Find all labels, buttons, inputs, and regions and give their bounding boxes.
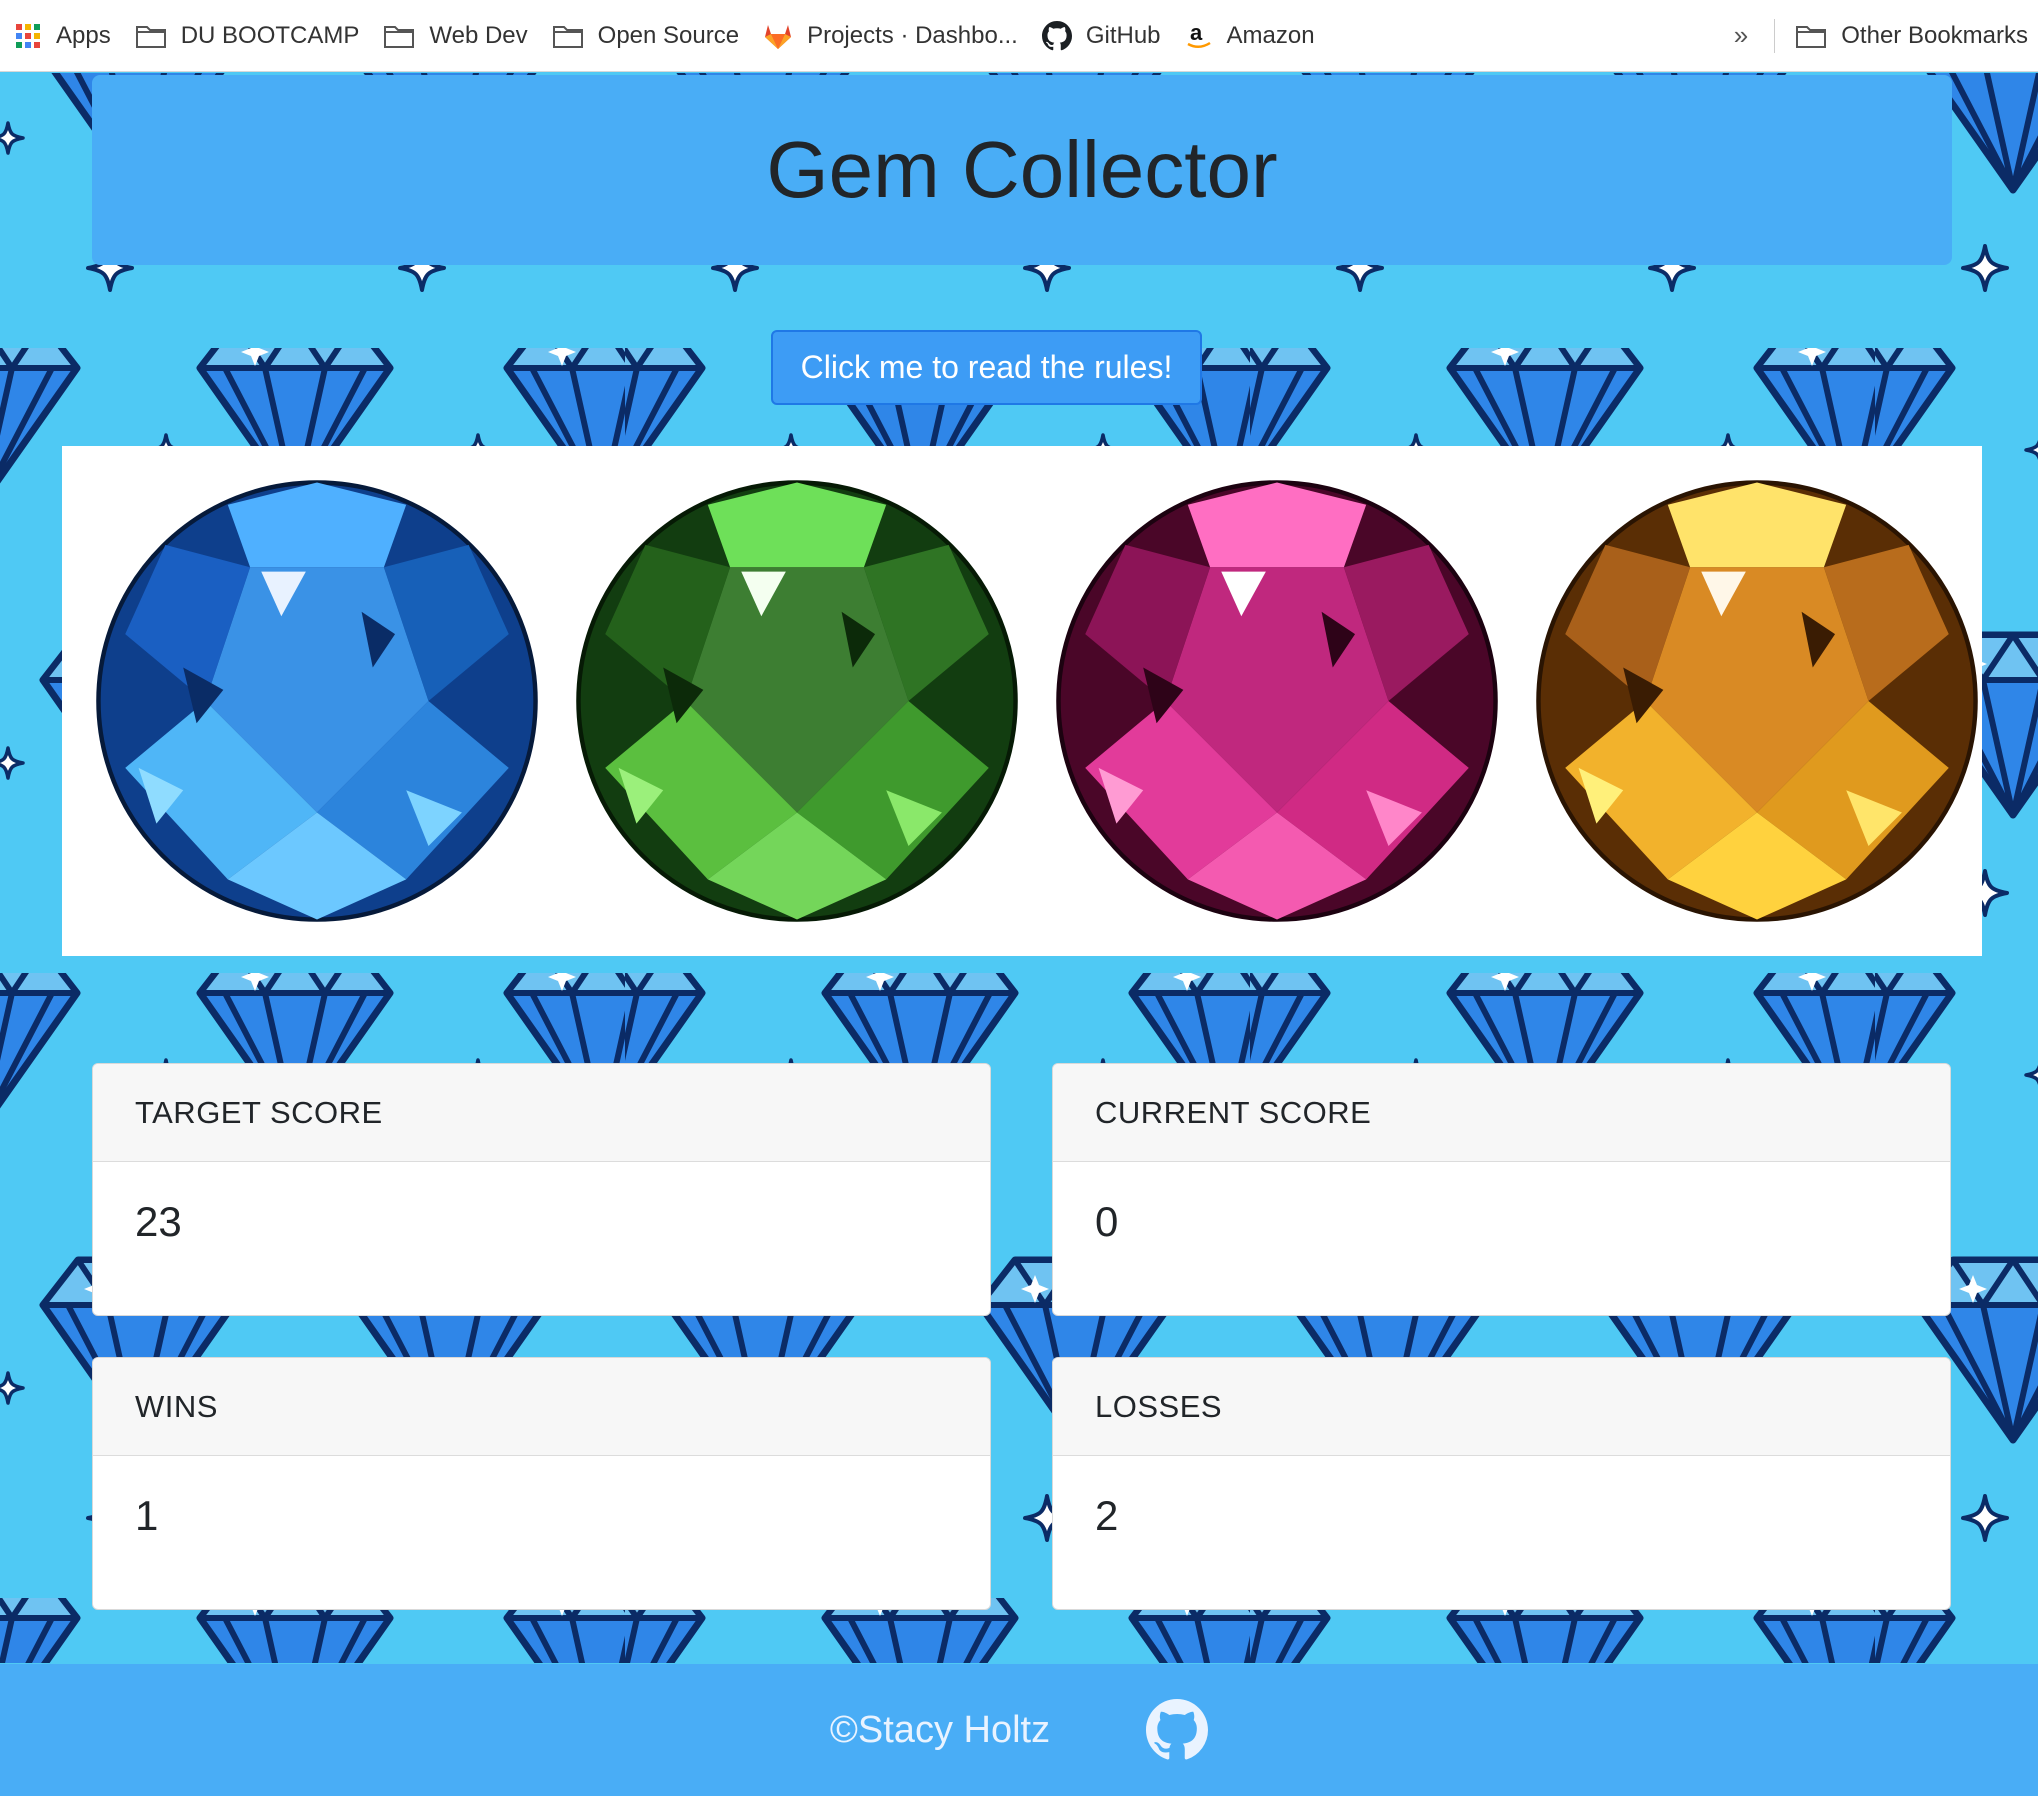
bookmarks-bar: Apps DU BOOTCAMP Web Dev Open Source Pro… — [0, 0, 2038, 72]
page-title: Gem Collector — [766, 125, 1278, 214]
green-gem-button[interactable] — [574, 478, 1020, 924]
footer: ©Stacy Holtz — [0, 1664, 2038, 1796]
bookmark-du-bootcamp[interactable]: DU BOOTCAMP — [123, 0, 372, 72]
gitlab-icon — [765, 24, 792, 49]
current-score-value: 0 — [1095, 1197, 1119, 1245]
current-score-label: CURRENT SCORE — [1053, 1064, 1950, 1162]
bookmark-github[interactable]: GitHub — [1030, 0, 1173, 72]
bookmark-label: DU BOOTCAMP — [180, 21, 360, 49]
bookmark-label: Other Bookmarks — [1841, 21, 2028, 49]
wins-card: WINS 1 — [92, 1357, 991, 1610]
svg-text:a: a — [1190, 21, 1203, 45]
read-rules-button[interactable]: Click me to read the rules! — [771, 330, 1202, 405]
target-score-label: TARGET SCORE — [93, 1064, 990, 1162]
github-icon — [1041, 20, 1072, 50]
bookmark-other-bookmarks[interactable]: Other Bookmarks — [1783, 0, 2038, 72]
target-score-value: 23 — [135, 1197, 182, 1245]
bookmarks-divider — [1774, 18, 1776, 53]
amazon-icon: a — [1186, 21, 1211, 48]
target-score-card: TARGET SCORE 23 — [92, 1063, 991, 1316]
folder-icon — [1796, 25, 1827, 48]
github-link[interactable] — [1146, 1699, 1209, 1761]
losses-value: 2 — [1095, 1491, 1119, 1539]
blue-gem-button[interactable] — [94, 478, 540, 924]
bookmark-label: Web Dev — [429, 21, 528, 49]
losses-card: LOSSES 2 — [1052, 1357, 1951, 1610]
folder-icon — [135, 25, 166, 48]
apps-grid-icon — [16, 23, 40, 48]
current-score-card: CURRENT SCORE 0 — [1052, 1063, 1951, 1316]
folder-icon — [552, 25, 583, 48]
wins-value: 1 — [135, 1491, 159, 1539]
github-icon — [1146, 1699, 1209, 1760]
header-banner: Gem Collector — [92, 75, 1952, 265]
bookmark-label: Open Source — [597, 21, 740, 49]
bookmarks-overflow-button[interactable]: » — [1716, 20, 1766, 51]
bookmark-web-dev[interactable]: Web Dev — [371, 0, 539, 72]
pink-gem-button[interactable] — [1054, 478, 1500, 924]
bookmark-label: Amazon — [1226, 21, 1315, 49]
bookmark-label: GitHub — [1085, 21, 1161, 49]
bookmark-amazon[interactable]: a Amazon — [1173, 0, 1327, 72]
bookmark-apps[interactable]: Apps — [0, 0, 123, 72]
gold-gem-button[interactable] — [1534, 478, 1980, 924]
folder-icon — [384, 25, 415, 48]
losses-label: LOSSES — [1053, 1358, 1950, 1456]
bookmark-label: Apps — [56, 21, 111, 49]
copyright-text: ©Stacy Holtz — [829, 1708, 1051, 1751]
bookmark-projects-dashboard[interactable]: Projects · Dashbo... — [751, 0, 1030, 72]
gem-panel — [62, 446, 1982, 956]
bookmark-label: Projects · Dashbo... — [807, 21, 1018, 49]
wins-label: WINS — [93, 1358, 990, 1456]
bookmark-open-source[interactable]: Open Source — [540, 0, 751, 72]
